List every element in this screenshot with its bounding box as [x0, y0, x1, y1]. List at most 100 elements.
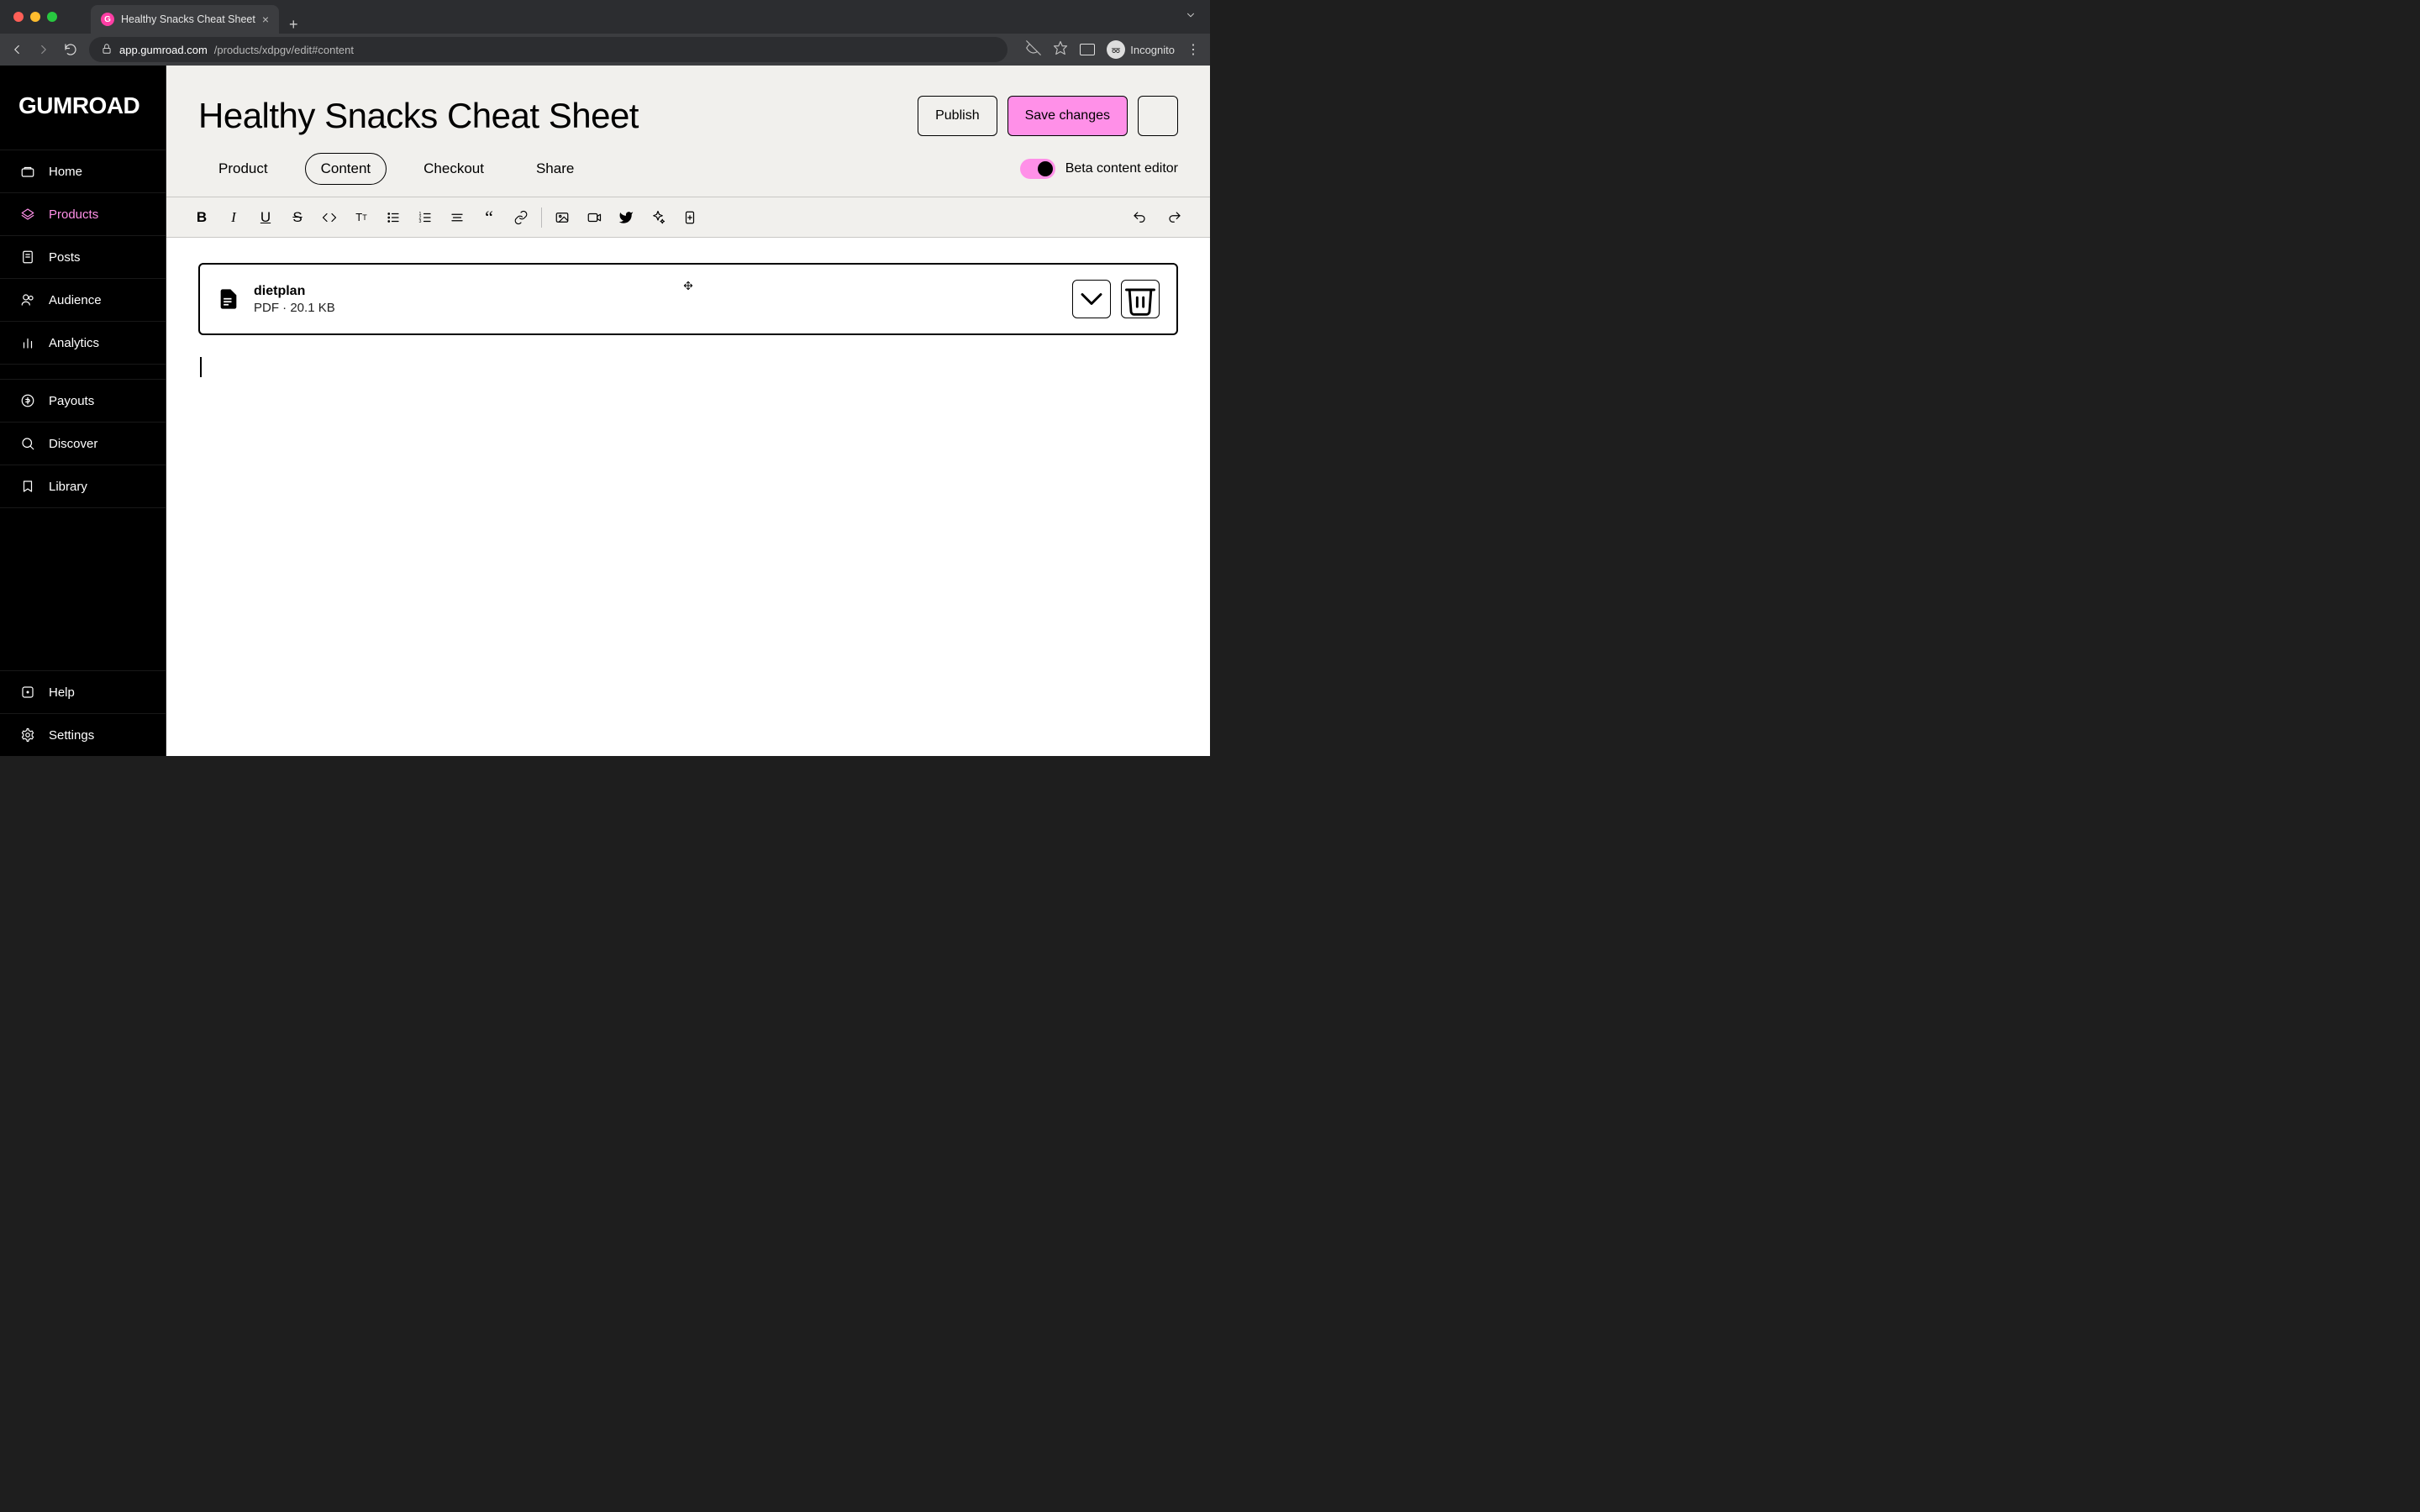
tab-label: Checkout	[424, 160, 484, 176]
browser-tabstrip: G Healthy Snacks Cheat Sheet × +	[0, 0, 1210, 34]
delete-file-button[interactable]	[1121, 280, 1160, 318]
sidebar-item-label: Discover	[49, 437, 97, 451]
settings-icon	[20, 727, 35, 743]
forward-button[interactable]	[35, 42, 52, 57]
sidebar-item-payouts[interactable]: Payouts	[0, 379, 166, 422]
sidebar-item-label: Audience	[49, 293, 102, 307]
beta-label: Beta content editor	[1065, 161, 1178, 176]
bold-button[interactable]: B	[192, 207, 212, 228]
sidebar-item-products[interactable]: Products	[0, 192, 166, 235]
redo-button[interactable]	[1165, 207, 1185, 228]
file-meta: PDF · 20.1 KB	[254, 301, 335, 315]
window-controls	[13, 12, 57, 22]
tab-share[interactable]: Share	[521, 154, 589, 184]
align-button[interactable]	[447, 207, 467, 228]
tab-label: Product	[218, 160, 268, 176]
sidebar-item-label: Analytics	[49, 336, 99, 350]
sidebar-item-label: Products	[49, 207, 98, 222]
twitter-button[interactable]	[616, 207, 636, 228]
content-tabs: Product Content Checkout Share	[198, 153, 589, 185]
address-bar[interactable]: app.gumroad.com/products/xdpgv/edit#cont…	[89, 37, 1007, 62]
editor-body[interactable]: dietplan PDF · 20.1 KB	[166, 238, 1210, 756]
italic-button[interactable]: I	[224, 207, 244, 228]
sidebar-item-audience[interactable]: Audience	[0, 278, 166, 321]
button-label: Save changes	[1025, 108, 1110, 123]
profile-label: Incognito	[1130, 44, 1175, 56]
close-tab-icon[interactable]: ×	[262, 13, 269, 26]
close-window-icon[interactable]	[13, 12, 24, 22]
sidebar-item-library[interactable]: Library	[0, 465, 166, 507]
publish-button[interactable]: Publish	[918, 96, 997, 136]
button-label: Publish	[935, 108, 979, 123]
zoom-window-icon[interactable]	[47, 12, 57, 22]
analytics-icon	[20, 335, 35, 350]
extensions-icon[interactable]	[1080, 44, 1095, 55]
image-button[interactable]	[552, 207, 572, 228]
link-button[interactable]	[511, 207, 531, 228]
sidebar-item-label: Payouts	[49, 394, 94, 408]
editor-toolbar: B I U S TT 123 “	[166, 197, 1210, 238]
reload-button[interactable]	[62, 42, 79, 57]
bookmark-star-icon[interactable]	[1053, 40, 1068, 60]
text-cursor	[200, 357, 202, 377]
tabs-dropdown-icon[interactable]	[1185, 9, 1197, 25]
page-title: Healthy Snacks Cheat Sheet	[198, 96, 639, 136]
sidebar-item-label: Help	[49, 685, 75, 700]
bullet-list-button[interactable]	[383, 207, 403, 228]
back-button[interactable]	[8, 42, 25, 57]
logo[interactable]: GUMROAD	[0, 66, 166, 150]
eye-off-icon[interactable]	[1026, 40, 1041, 60]
toolbar-divider	[541, 207, 542, 228]
help-icon	[20, 685, 35, 700]
quote-button[interactable]: “	[479, 207, 499, 228]
underline-button[interactable]: U	[255, 207, 276, 228]
sidebar-item-analytics[interactable]: Analytics	[0, 321, 166, 364]
sidebar-item-label: Posts	[49, 250, 81, 265]
tab-title: Healthy Snacks Cheat Sheet	[121, 13, 255, 25]
text-size-button[interactable]: TT	[351, 207, 371, 228]
favicon-icon: G	[101, 13, 114, 26]
tab-product[interactable]: Product	[203, 154, 283, 184]
sidebar-item-help[interactable]: Help	[0, 670, 166, 713]
main-content: Healthy Snacks Cheat Sheet Publish Save …	[166, 66, 1210, 756]
expand-file-button[interactable]	[1072, 280, 1111, 318]
sidebar-item-settings[interactable]: Settings	[0, 713, 166, 756]
save-changes-button[interactable]: Save changes	[1007, 96, 1128, 136]
tab-checkout[interactable]: Checkout	[408, 154, 499, 184]
file-name: dietplan	[254, 284, 335, 299]
share-link-button[interactable]	[1138, 96, 1178, 136]
address-bar-row: app.gumroad.com/products/xdpgv/edit#cont…	[0, 34, 1210, 66]
toggle-knob	[1038, 161, 1053, 176]
ai-button[interactable]	[648, 207, 668, 228]
profile-badge[interactable]: Incognito	[1107, 40, 1175, 59]
beta-toggle[interactable]	[1020, 159, 1055, 179]
audience-icon	[20, 292, 35, 307]
tab-content[interactable]: Content	[305, 153, 387, 185]
code-button[interactable]	[319, 207, 339, 228]
sidebar-item-label: Home	[49, 165, 82, 179]
drag-handle-icon[interactable]	[682, 280, 694, 294]
video-button[interactable]	[584, 207, 604, 228]
sidebar: GUMROAD Home Products Posts Audience Ana…	[0, 66, 166, 756]
payouts-icon	[20, 393, 35, 408]
browser-menu-icon[interactable]: ⋮	[1186, 41, 1202, 58]
ordered-list-button[interactable]: 123	[415, 207, 435, 228]
new-tab-button[interactable]: +	[289, 16, 298, 34]
strike-button[interactable]: S	[287, 207, 308, 228]
sidebar-item-discover[interactable]: Discover	[0, 422, 166, 465]
home-icon	[20, 164, 35, 179]
page-button[interactable]	[680, 207, 700, 228]
lock-icon	[101, 43, 113, 57]
file-attachment-card[interactable]: dietplan PDF · 20.1 KB	[198, 263, 1178, 335]
sidebar-item-label: Settings	[49, 728, 94, 743]
sidebar-item-label: Library	[49, 480, 87, 494]
library-icon	[20, 479, 35, 494]
svg-text:3: 3	[419, 219, 422, 224]
sidebar-divider	[0, 364, 166, 379]
undo-button[interactable]	[1129, 207, 1150, 228]
browser-tab[interactable]: G Healthy Snacks Cheat Sheet ×	[91, 5, 279, 34]
sidebar-item-home[interactable]: Home	[0, 150, 166, 192]
url-path: /products/xdpgv/edit#content	[214, 44, 354, 56]
sidebar-item-posts[interactable]: Posts	[0, 235, 166, 278]
minimize-window-icon[interactable]	[30, 12, 40, 22]
